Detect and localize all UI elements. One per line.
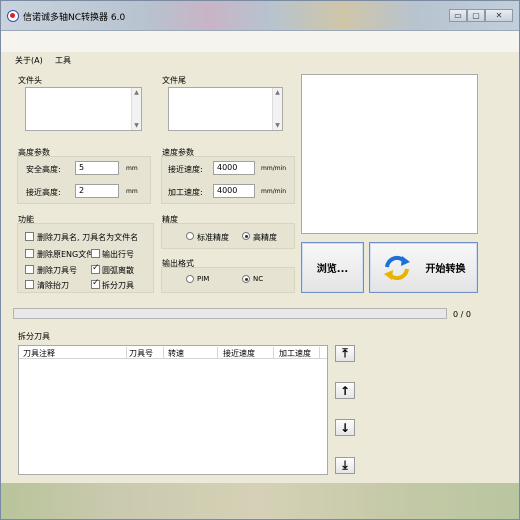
approach-speed-label: 接近速度:: [168, 165, 203, 174]
menu-about[interactable]: 关于(A): [15, 55, 43, 66]
scroll-up-icon[interactable]: ▲: [273, 89, 282, 96]
refresh-icon: [383, 255, 410, 280]
clear-lift-label: 清除抬刀: [37, 281, 69, 290]
close-button[interactable]: ✕: [485, 9, 513, 22]
output-line-number-checkbox[interactable]: [91, 249, 100, 258]
approach-height-label: 接近高度:: [26, 188, 61, 197]
approach-height-input[interactable]: 2: [75, 184, 119, 198]
browse-button-label: 浏览...: [316, 264, 349, 275]
standard-precision-label: 标准精度: [197, 233, 229, 242]
delete-tool-number-label: 删除刀具号: [37, 266, 77, 275]
browse-button[interactable]: 浏览...: [301, 242, 364, 293]
high-precision-label: 高精度: [253, 233, 277, 242]
delete-eng-file-label: 删除原ENG文件: [37, 250, 95, 259]
column-divider[interactable]: [126, 347, 127, 358]
nc-format-radio[interactable]: [242, 275, 250, 283]
file-footer-textarea[interactable]: ▲ ▼: [168, 87, 283, 131]
column-header-machining-speed[interactable]: 加工速度: [279, 348, 311, 359]
menu-bar: 关于(A) 工具: [1, 31, 519, 65]
app-logo-icon: [7, 10, 19, 22]
column-header-approach-speed[interactable]: 接近速度: [223, 348, 255, 359]
window-controls: ▭ ▢ ✕: [449, 9, 513, 22]
machining-speed-unit: mm/min: [261, 188, 287, 195]
machining-speed-label: 加工速度:: [168, 188, 203, 197]
output-format-panel: [161, 267, 295, 293]
arc-discrete-checkbox[interactable]: [91, 263, 100, 274]
standard-precision-radio[interactable]: [186, 232, 194, 240]
split-tools-checkbox[interactable]: [91, 278, 100, 289]
column-header-spindle-speed[interactable]: 转速: [168, 348, 184, 359]
safe-height-label: 安全高度:: [26, 165, 61, 174]
scroll-down-icon[interactable]: ▼: [132, 122, 141, 129]
split-tools-label: 拆分刀具: [18, 332, 50, 341]
preview-pane: [301, 74, 478, 234]
file-footer-label: 文件尾: [162, 76, 186, 85]
arc-discrete-label: 圆弧离散: [102, 266, 134, 275]
delete-eng-file-checkbox[interactable]: [25, 249, 34, 258]
column-header-tool-number[interactable]: 刀具号: [129, 348, 153, 359]
convert-button-label: 开始转换: [425, 264, 466, 275]
scroll-down-icon[interactable]: ▼: [273, 122, 282, 129]
delete-tool-name-label: 删除刀具名, 刀具名为文件名: [37, 233, 139, 242]
safe-height-unit: mm: [126, 165, 138, 172]
approach-speed-input[interactable]: 4000: [213, 161, 255, 175]
title-bar[interactable]: 信诺诚多轴NC转换器 6.0 ▭ ▢ ✕: [1, 1, 519, 31]
column-divider[interactable]: [163, 347, 164, 358]
move-down-button[interactable]: ↓: [335, 419, 355, 436]
app-window: 信诺诚多轴NC转换器 6.0 ▭ ▢ ✕ 关于(A) 工具 文件头 ▲ ▼ 文件…: [0, 0, 520, 520]
window-title: 信诺诚多轴NC转换器 6.0: [23, 13, 126, 23]
list-header: 刀具注释 刀具号 转速 接近速度 加工速度: [19, 346, 327, 359]
scroll-up-icon[interactable]: ▲: [132, 89, 141, 96]
delete-tool-number-checkbox[interactable]: [25, 265, 34, 274]
approach-height-unit: mm: [126, 188, 138, 195]
file-header-label: 文件头: [18, 76, 42, 85]
safe-height-input[interactable]: 5: [75, 161, 119, 175]
split-tools-list[interactable]: 刀具注释 刀具号 转速 接近速度 加工速度: [18, 345, 328, 475]
column-divider[interactable]: [319, 347, 320, 358]
pim-format-radio[interactable]: [186, 275, 194, 283]
file-header-textarea[interactable]: ▲ ▼: [25, 87, 142, 131]
nc-format-label: NC: [253, 275, 264, 283]
output-line-number-label: 输出行号: [102, 250, 134, 259]
convert-button[interactable]: 开始转换: [369, 242, 478, 293]
approach-speed-unit: mm/min: [261, 165, 287, 172]
arrow-up-icon: ↑: [339, 383, 351, 398]
progress-text: 0 / 0: [453, 310, 471, 319]
maximize-button[interactable]: ▢: [467, 9, 485, 22]
pim-format-label: PIM: [197, 275, 210, 283]
menu-tools[interactable]: 工具: [55, 55, 71, 66]
move-up-button[interactable]: ↑: [335, 382, 355, 399]
move-to-top-button[interactable]: ⤒: [335, 345, 355, 362]
file-header-scrollbar[interactable]: ▲ ▼: [131, 88, 141, 130]
machining-speed-input[interactable]: 4000: [213, 184, 255, 198]
move-bottom-icon: ⤓: [342, 458, 348, 472]
progress-bar: [13, 308, 447, 319]
split-tools-option-label: 拆分刀具: [102, 281, 134, 290]
arrow-down-icon: ↓: [339, 420, 351, 435]
column-header-tool-comment[interactable]: 刀具注释: [23, 348, 55, 359]
minimize-button[interactable]: ▭: [449, 9, 467, 22]
move-to-bottom-button[interactable]: ⤓: [335, 457, 355, 474]
high-precision-radio[interactable]: [242, 232, 250, 240]
file-footer-scrollbar[interactable]: ▲ ▼: [272, 88, 282, 130]
desktop-background-strip: [1, 483, 519, 519]
clear-lift-checkbox[interactable]: [25, 280, 34, 289]
move-top-icon: ⤒: [342, 346, 348, 360]
column-divider[interactable]: [217, 347, 218, 358]
delete-tool-name-checkbox[interactable]: [25, 232, 34, 241]
column-divider[interactable]: [273, 347, 274, 358]
